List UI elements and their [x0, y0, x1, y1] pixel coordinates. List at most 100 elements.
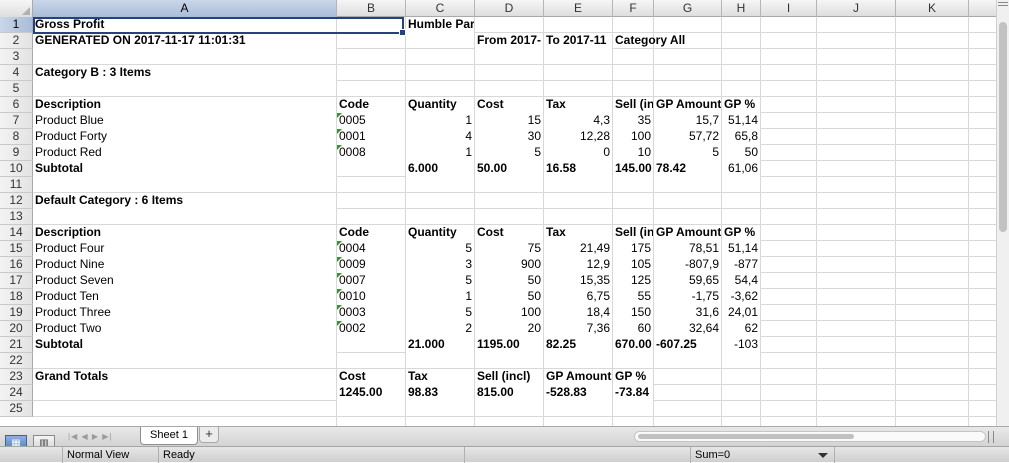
cell-f9[interactable]: 10 [613, 145, 653, 161]
cell-h15[interactable]: 51,14 [722, 241, 760, 257]
row-header-15[interactable]: 15 [0, 241, 33, 257]
cell-e16[interactable]: 12,9 [544, 257, 612, 273]
chevron-down-icon[interactable] [818, 453, 828, 458]
cell-h14[interactable]: GP % [722, 225, 760, 241]
cell-b15[interactable]: 0004 [337, 241, 405, 257]
column-header-k[interactable]: K [896, 0, 969, 17]
row-header-8[interactable]: 8 [0, 129, 33, 145]
column-header-d[interactable]: D [475, 0, 544, 17]
cell-c21[interactable]: 21.000 [406, 337, 474, 353]
cell-c1[interactable]: Humble Parow [406, 17, 474, 33]
cell-c9[interactable]: 1 [406, 145, 474, 161]
cell-g19[interactable]: 31,6 [654, 305, 721, 321]
add-sheet-button[interactable]: + [199, 427, 219, 443]
row-header-7[interactable]: 7 [0, 113, 33, 129]
cell-a7[interactable]: Product Blue [33, 113, 336, 129]
cell-f6[interactable]: Sell (in [613, 97, 653, 113]
cell-f15[interactable]: 175 [613, 241, 653, 257]
cell-g16[interactable]: -807,9 [654, 257, 721, 273]
cell-h17[interactable]: 54,4 [722, 273, 760, 289]
row-header-4[interactable]: 4 [0, 65, 33, 81]
cell-d20[interactable]: 20 [475, 321, 543, 337]
cell-d21[interactable]: 1195.00 [475, 337, 543, 353]
select-all-corner[interactable] [0, 0, 33, 17]
cell-f17[interactable]: 125 [613, 273, 653, 289]
cell-e21[interactable]: 82.25 [544, 337, 612, 353]
cell-f18[interactable]: 55 [613, 289, 653, 305]
cell-c19[interactable]: 5 [406, 305, 474, 321]
cell-d24[interactable]: 815.00 [475, 385, 543, 401]
cell-f8[interactable]: 100 [613, 129, 653, 145]
cell-b9[interactable]: 0008 [337, 145, 405, 161]
row-header-2[interactable]: 2 [0, 33, 33, 49]
cell-h8[interactable]: 65,8 [722, 129, 760, 145]
cell-c16[interactable]: 3 [406, 257, 474, 273]
column-header-i[interactable]: I [761, 0, 817, 17]
cell-e10[interactable]: 16.58 [544, 161, 612, 177]
cell-c20[interactable]: 2 [406, 321, 474, 337]
cell-e15[interactable]: 21,49 [544, 241, 612, 257]
row-header-14[interactable]: 14 [0, 225, 33, 241]
row-header-12[interactable]: 12 [0, 193, 33, 209]
cell-g6[interactable]: GP Amount [654, 97, 721, 113]
cell-h20[interactable]: 62 [722, 321, 760, 337]
cell-c14[interactable]: Quantity [406, 225, 474, 241]
cell-f14[interactable]: Sell (in [613, 225, 653, 241]
cell-f7[interactable]: 35 [613, 113, 653, 129]
cell-a21[interactable]: Subtotal [33, 337, 336, 353]
cell-b18[interactable]: 0010 [337, 289, 405, 305]
row-header-20[interactable]: 20 [0, 321, 33, 337]
cell-f23[interactable]: GP % [613, 369, 653, 385]
cell-d23[interactable]: Sell (incl) [475, 369, 543, 385]
cell-f19[interactable]: 150 [613, 305, 653, 321]
column-header-b[interactable]: B [337, 0, 406, 17]
cell-g18[interactable]: -1,75 [654, 289, 721, 305]
cell-h10[interactable]: 61,06 [722, 161, 760, 177]
cell-a23[interactable]: Grand Totals [33, 369, 336, 385]
cell-e8[interactable]: 12,28 [544, 129, 612, 145]
column-header-j[interactable]: J [817, 0, 896, 17]
row-header-5[interactable]: 5 [0, 81, 33, 97]
row-header-21[interactable]: 21 [0, 337, 33, 353]
cell-g10[interactable]: 78.42 [654, 161, 721, 177]
row-header-23[interactable]: 23 [0, 369, 33, 385]
cell-g21[interactable]: -607.25 [654, 337, 721, 353]
row-header-6[interactable]: 6 [0, 97, 33, 113]
cell-d10[interactable]: 50.00 [475, 161, 543, 177]
cell-d19[interactable]: 100 [475, 305, 543, 321]
cell-h16[interactable]: -877 [722, 257, 760, 273]
cell-d15[interactable]: 75 [475, 241, 543, 257]
cell-e7[interactable]: 4,3 [544, 113, 612, 129]
row-header-11[interactable]: 11 [0, 177, 33, 193]
cell-d17[interactable]: 50 [475, 273, 543, 289]
cell-d9[interactable]: 5 [475, 145, 543, 161]
cell-h6[interactable]: GP % [722, 97, 760, 113]
cell-f21[interactable]: 670.00 [613, 337, 653, 353]
cell-a12[interactable]: Default Category : 6 Items [33, 193, 336, 209]
cell-b23[interactable]: Cost [337, 369, 405, 385]
cell-d16[interactable]: 900 [475, 257, 543, 273]
cell-e17[interactable]: 15,35 [544, 273, 612, 289]
row-header-13[interactable]: 13 [0, 209, 33, 225]
cell-b19[interactable]: 0003 [337, 305, 405, 321]
row-header-9[interactable]: 9 [0, 145, 33, 161]
cell-a9[interactable]: Product Red [33, 145, 336, 161]
cell-e23[interactable]: GP Amount [544, 369, 612, 385]
cell-f20[interactable]: 60 [613, 321, 653, 337]
column-header-h[interactable]: H [722, 0, 761, 17]
column-header-c[interactable]: C [406, 0, 475, 17]
cell-h9[interactable]: 50 [722, 145, 760, 161]
row-header-1[interactable]: 1 [0, 17, 33, 33]
cell-d7[interactable]: 15 [475, 113, 543, 129]
cell-h21[interactable]: -103 [722, 337, 760, 353]
cell-c7[interactable]: 1 [406, 113, 474, 129]
cell-a2[interactable]: GENERATED ON 2017-11-17 11:01:31 [33, 33, 336, 49]
row-header-17[interactable]: 17 [0, 273, 33, 289]
cell-h18[interactable]: -3,62 [722, 289, 760, 305]
cell-d2[interactable]: From 2017- [475, 33, 543, 49]
column-header-f[interactable]: F [613, 0, 654, 17]
cell-e6[interactable]: Tax [544, 97, 612, 113]
cell-h7[interactable]: 51,14 [722, 113, 760, 129]
cell-b17[interactable]: 0007 [337, 273, 405, 289]
column-header-g[interactable]: G [654, 0, 722, 17]
